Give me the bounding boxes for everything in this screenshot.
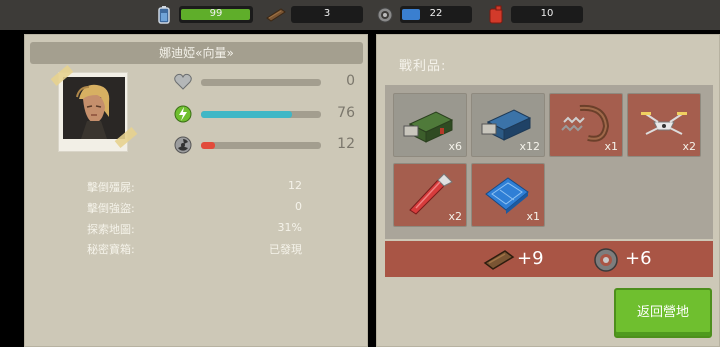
resource-battery: 99 xyxy=(155,5,255,24)
info-row: 秘密寶箱: 已發現 xyxy=(87,241,302,257)
loot-item-blue-toolbox[interactable]: x12 xyxy=(471,93,545,157)
health-stat: 0 xyxy=(173,72,363,92)
info-value: 12 xyxy=(288,179,302,192)
gear-icon xyxy=(594,248,618,272)
energy-stat: 76 xyxy=(173,104,363,124)
radiation-stat: 12 xyxy=(173,135,363,155)
info-row: 擊倒強盜: 0 xyxy=(87,200,302,216)
loot-qty: x6 xyxy=(448,140,462,153)
energy-fill xyxy=(201,111,292,118)
portrait-frame xyxy=(50,64,138,152)
character-name: 娜迪婭«向量» xyxy=(30,42,363,64)
loot-item-green-toolbox[interactable]: x6 xyxy=(393,93,467,157)
info-value: 已發現 xyxy=(269,243,302,256)
fuel-can-icon xyxy=(487,5,505,24)
gain-wood-value: +9 xyxy=(517,248,544,269)
loot-qty: x1 xyxy=(604,140,618,153)
energy-icon xyxy=(173,104,193,124)
resource-wood: 3 xyxy=(265,5,365,24)
info-row: 探索地圖: 31% xyxy=(87,221,302,237)
loot-qty: x12 xyxy=(519,140,540,153)
loot-item-drone[interactable]: x2 xyxy=(627,93,701,157)
battery-value: 99 xyxy=(209,8,223,19)
loot-panel: 戰利品: x6 x12 x1 x2 x2 x1 +9 +6 返回營地 xyxy=(376,34,720,347)
avatar xyxy=(63,77,125,139)
loot-item-flashlight[interactable]: x2 xyxy=(393,163,467,227)
gear-icon xyxy=(376,5,394,24)
gain-gear-value: +6 xyxy=(625,248,652,269)
loot-qty: x2 xyxy=(448,210,462,223)
info-label: 秘密寶箱: xyxy=(87,243,135,256)
loot-grid: x6 x12 x1 x2 x2 x1 xyxy=(385,85,713,239)
character-panel: 娜迪婭«向量» 0 76 12 擊倒殭屍: 12 擊倒強盜: 0 探索地圖: 3… xyxy=(24,34,368,347)
health-value: 0 xyxy=(346,73,355,89)
gain-gear: +6 xyxy=(591,247,671,272)
energy-value: 76 xyxy=(337,105,355,121)
radiation-icon xyxy=(173,135,193,155)
battery-icon xyxy=(155,5,173,24)
resource-gear: 22 xyxy=(376,5,476,24)
info-value: 31% xyxy=(277,221,302,234)
resource-bar: 99 3 22 10 xyxy=(0,0,720,30)
info-label: 擊倒強盜: xyxy=(87,202,135,215)
info-row: 擊倒殭屍: 12 xyxy=(87,179,302,195)
loot-qty: x2 xyxy=(682,140,696,153)
radiation-value: 12 xyxy=(337,136,355,152)
info-label: 擊倒殭屍: xyxy=(87,181,135,194)
radiation-fill xyxy=(201,142,215,149)
wood-plank-icon xyxy=(483,250,515,270)
resource-fuel: 10 xyxy=(487,5,587,24)
gain-wood: +9 xyxy=(483,247,563,271)
info-value: 0 xyxy=(295,200,302,213)
loot-item-spring-parts[interactable]: x1 xyxy=(549,93,623,157)
gains-bar: +9 +6 xyxy=(385,241,713,277)
wood-plank-icon xyxy=(265,5,287,24)
fuel-value: 10 xyxy=(540,8,554,19)
loot-title: 戰利品: xyxy=(399,59,447,74)
return-to-camp-button[interactable]: 返回營地 xyxy=(614,288,712,338)
heart-icon xyxy=(173,72,193,92)
loot-item-blueprint[interactable]: x1 xyxy=(471,163,545,227)
loot-qty: x1 xyxy=(526,210,540,223)
gear-value: 22 xyxy=(429,8,443,19)
wood-value: 3 xyxy=(323,8,331,19)
info-label: 探索地圖: xyxy=(87,223,135,236)
